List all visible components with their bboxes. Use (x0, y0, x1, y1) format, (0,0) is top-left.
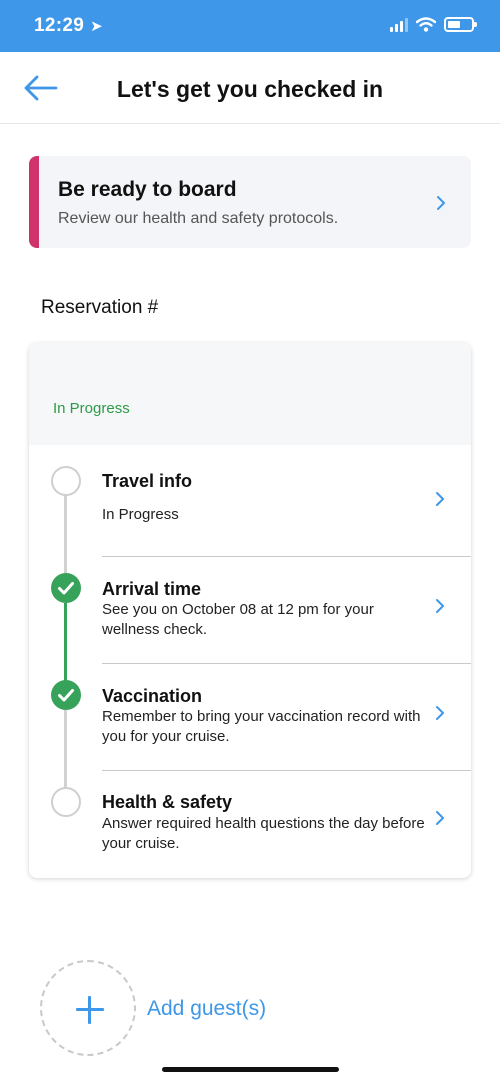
chevron-right-icon (436, 706, 444, 720)
step-title: Health & safety (102, 792, 233, 812)
chevron-right-icon (436, 599, 444, 613)
step-description: Answer required health questions the day… (102, 815, 425, 852)
step-description: Remember to bring your vaccination recor… (102, 708, 421, 745)
step-title: Arrival time (102, 579, 202, 599)
status-time-text: 12:29 (34, 15, 85, 36)
step-health-safety[interactable]: Health & safety Answer required health q… (29, 771, 471, 878)
status-time: 12:29 ➤ (34, 15, 103, 37)
chevron-right-icon (436, 811, 444, 825)
location-arrow-icon: ➤ (90, 18, 103, 35)
step-arrival-time[interactable]: Arrival time See you on October 08 at 12… (29, 557, 471, 664)
checkmark-icon (51, 680, 81, 710)
step-description: In Progress (102, 506, 179, 523)
banner-accent-bar (29, 156, 39, 248)
step-description: See you on October 08 at 12 pm for your … (102, 601, 374, 638)
step-title: Vaccination (102, 686, 203, 706)
add-guest-circle (40, 960, 136, 1056)
checkin-card: In Progress Travel info In Progress Arri… (29, 343, 471, 878)
plus-icon (76, 996, 104, 1024)
status-icons (390, 17, 477, 32)
wifi-icon (416, 17, 436, 32)
banner-title: Be ready to board (58, 178, 237, 201)
step-title: Travel info (102, 471, 193, 491)
step-vaccination[interactable]: Vaccination Remember to bring your vacci… (29, 664, 471, 771)
header: Let's get you checked in (0, 52, 500, 124)
chevron-right-icon (437, 196, 445, 210)
step-incomplete-icon (51, 466, 81, 496)
cellular-signal-icon (390, 17, 408, 32)
checkmark-icon (51, 573, 81, 603)
card-header: In Progress (29, 343, 471, 445)
checkin-status: In Progress (53, 400, 130, 417)
chevron-right-icon (436, 492, 444, 506)
reservation-label: Reservation # (41, 297, 159, 318)
add-guest-button[interactable]: Add guest(s) (40, 960, 300, 1056)
health-safety-banner[interactable]: Be ready to board Review our health and … (29, 156, 471, 248)
step-travel-info[interactable]: Travel info In Progress (29, 450, 471, 557)
page-title: Let's get you checked in (116, 76, 384, 102)
home-indicator (162, 1067, 339, 1072)
battery-icon (444, 17, 477, 32)
step-incomplete-icon (51, 787, 81, 817)
banner-subtitle: Review our health and safety protocols. (58, 210, 339, 227)
status-bar: 12:29 ➤ (0, 0, 500, 52)
add-guest-label: Add guest(s) (147, 997, 267, 1020)
